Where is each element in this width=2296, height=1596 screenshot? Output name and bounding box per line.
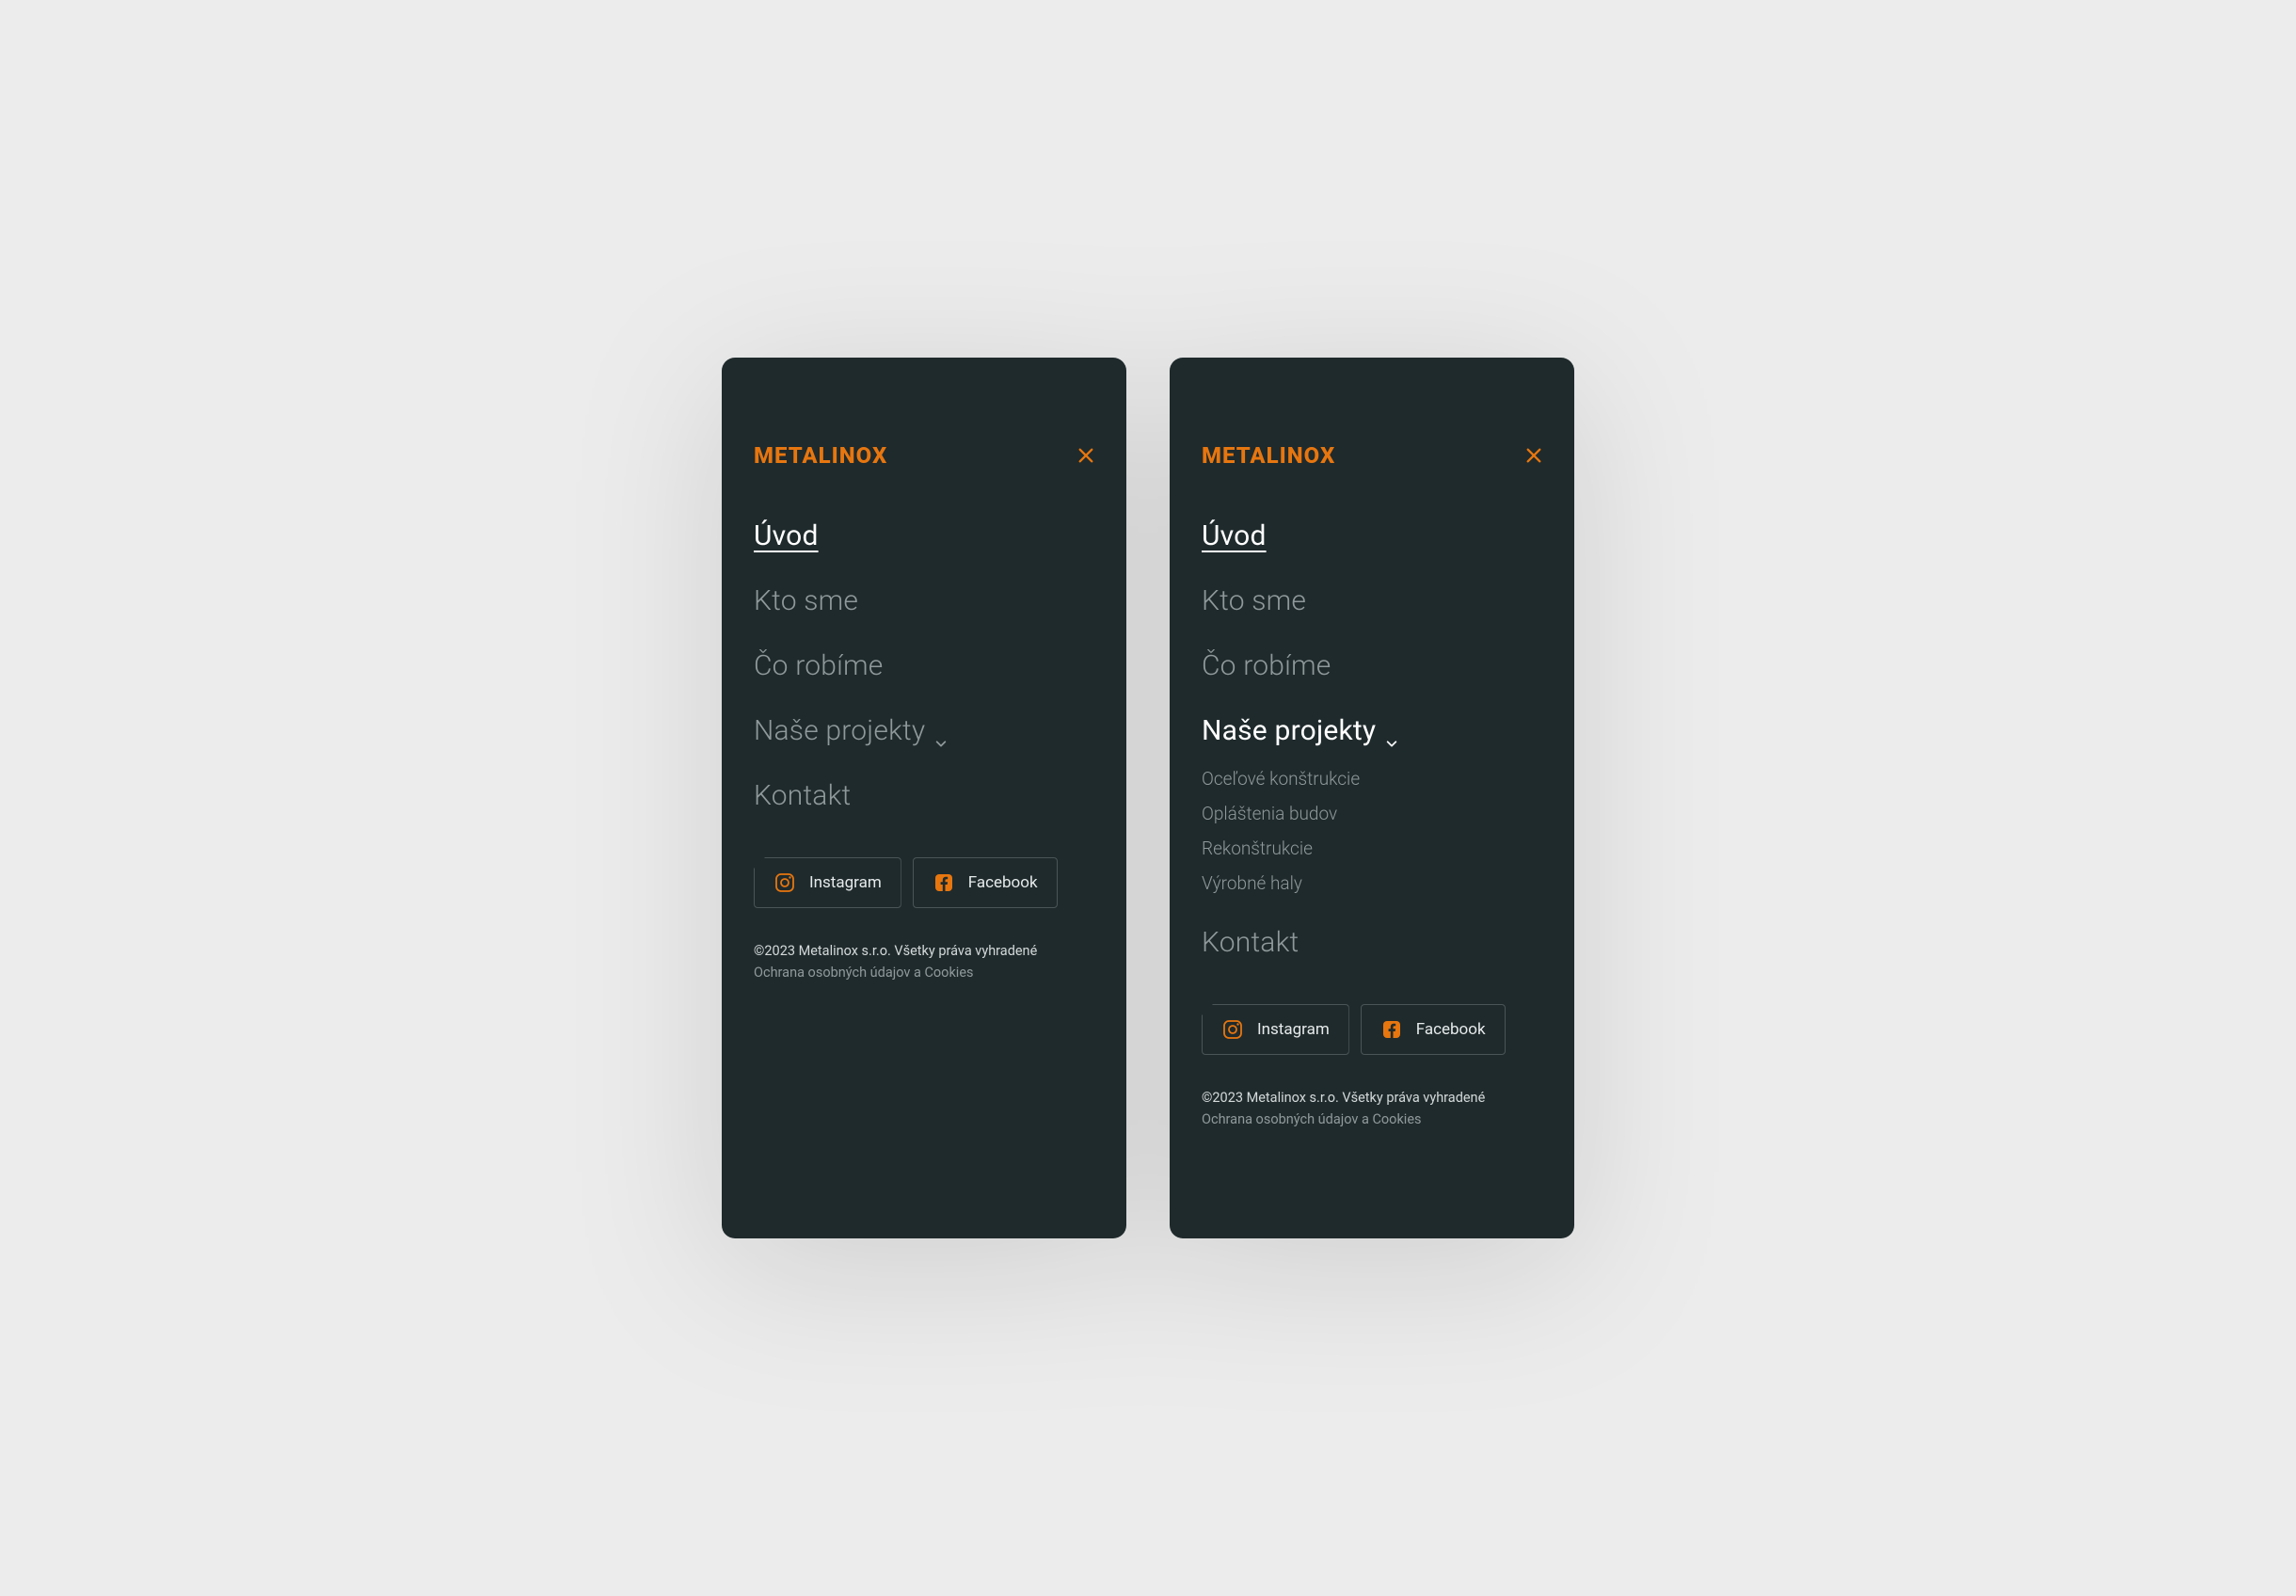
- facebook-button[interactable]: Facebook: [913, 857, 1058, 908]
- nav-item-kto-sme[interactable]: Kto sme: [754, 584, 1094, 617]
- nav-item-kontakt[interactable]: Kontakt: [1202, 926, 1542, 959]
- nav-item-uvod[interactable]: Úvod: [754, 519, 1094, 552]
- social-row: Instagram Facebook: [754, 857, 1094, 908]
- close-icon[interactable]: [1077, 447, 1094, 464]
- primary-nav: Úvod Kto sme Čo robíme Naše projekty Oce…: [1202, 519, 1542, 959]
- header-row: METALINOX: [754, 442, 1094, 469]
- nav-item-kontakt[interactable]: Kontakt: [754, 779, 1094, 812]
- close-icon[interactable]: [1525, 447, 1542, 464]
- nav-item-label: Naše projekty: [754, 714, 925, 747]
- facebook-icon: [1380, 1018, 1403, 1041]
- mobile-menu-expanded: METALINOX Úvod Kto sme Čo robíme Naše pr…: [1170, 358, 1574, 1238]
- primary-nav: Úvod Kto sme Čo robíme Naše projekty Kon…: [754, 519, 1094, 812]
- instagram-icon: [773, 871, 796, 894]
- facebook-button[interactable]: Facebook: [1361, 1004, 1506, 1055]
- privacy-link[interactable]: Ochrana osobných údajov a Cookies: [754, 962, 1094, 983]
- nav-item-co-robime[interactable]: Čo robíme: [1202, 649, 1542, 682]
- instagram-button[interactable]: Instagram: [754, 857, 901, 908]
- facebook-icon: [933, 871, 955, 894]
- nav-item-nase-projekty[interactable]: Naše projekty: [754, 714, 1094, 747]
- social-label: Facebook: [1416, 1020, 1486, 1039]
- social-label: Instagram: [809, 873, 882, 892]
- nav-item-co-robime[interactable]: Čo robíme: [754, 649, 1094, 682]
- legal-block: ©2023 Metalinox s.r.o. Všetky práva vyhr…: [1202, 1087, 1542, 1130]
- brand-logo: METALINOX: [1202, 442, 1335, 469]
- instagram-button[interactable]: Instagram: [1202, 1004, 1349, 1055]
- chevron-down-icon: [1385, 725, 1398, 738]
- copyright-text: ©2023 Metalinox s.r.o. Všetky práva vyhr…: [754, 940, 1094, 962]
- social-row: Instagram Facebook: [1202, 1004, 1542, 1055]
- nav-item-kto-sme[interactable]: Kto sme: [1202, 584, 1542, 617]
- sub-item-vyrobne[interactable]: Výrobné haly: [1202, 872, 1542, 894]
- social-label: Facebook: [968, 873, 1038, 892]
- legal-block: ©2023 Metalinox s.r.o. Všetky práva vyhr…: [754, 940, 1094, 983]
- instagram-icon: [1221, 1018, 1244, 1041]
- sub-nav: Oceľové konštrukcie Opláštenia budov Rek…: [1202, 768, 1542, 894]
- nav-item-label: Naše projekty: [1202, 714, 1376, 747]
- nav-item-uvod[interactable]: Úvod: [1202, 519, 1542, 552]
- chevron-down-icon: [934, 725, 948, 738]
- header-row: METALINOX: [1202, 442, 1542, 469]
- brand-logo: METALINOX: [754, 442, 887, 469]
- copyright-text: ©2023 Metalinox s.r.o. Všetky práva vyhr…: [1202, 1087, 1542, 1109]
- nav-item-nase-projekty[interactable]: Naše projekty: [1202, 714, 1542, 747]
- sub-item-rekonstrukcie[interactable]: Rekonštrukcie: [1202, 838, 1542, 859]
- sub-item-ocelove[interactable]: Oceľové konštrukcie: [1202, 768, 1542, 790]
- mobile-menu-collapsed: METALINOX Úvod Kto sme Čo robíme Naše pr…: [722, 358, 1126, 1238]
- sub-item-oplastenia[interactable]: Opláštenia budov: [1202, 803, 1542, 824]
- privacy-link[interactable]: Ochrana osobných údajov a Cookies: [1202, 1109, 1542, 1130]
- social-label: Instagram: [1257, 1020, 1330, 1039]
